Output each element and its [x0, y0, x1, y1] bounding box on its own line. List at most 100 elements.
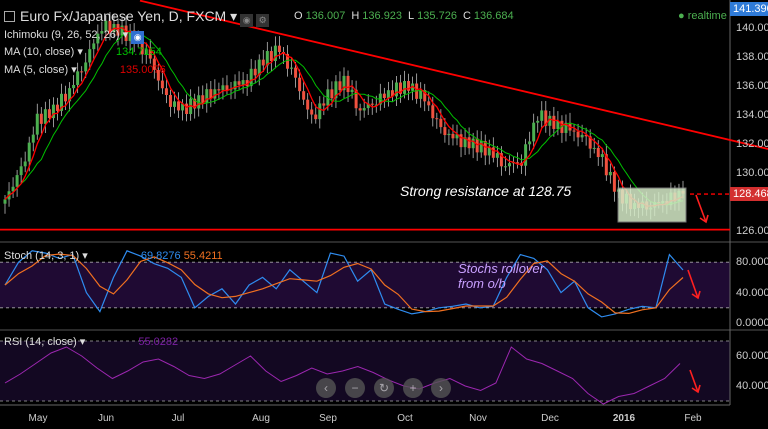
consolidation-box: [617, 187, 687, 223]
candle-body: [269, 51, 273, 62]
candle-body: [540, 110, 544, 121]
candle-body: [346, 75, 350, 93]
candle-body: [249, 68, 253, 87]
candle-body: [439, 118, 443, 128]
candle-body: [386, 90, 390, 99]
candle-body: [608, 171, 612, 176]
scroll-left-button[interactable]: ‹: [316, 378, 336, 398]
reset-button[interactable]: ↻: [374, 378, 394, 398]
eye-icon[interactable]: ◉: [240, 14, 254, 27]
stoch-tick: 80.0000: [736, 256, 768, 268]
candle-body: [213, 89, 217, 99]
indicator-stoch[interactable]: Stoch (14, 3, 1) ▾ 69.8276 55.4211: [4, 249, 223, 262]
time-label: 2016: [612, 413, 636, 424]
candle-body: [168, 94, 172, 107]
candle-body: [572, 130, 576, 132]
time-label: Nov: [469, 413, 487, 424]
price-tick: 130.000: [736, 167, 768, 179]
resistance-annotation: Strong resistance at 128.75: [400, 183, 572, 199]
candle-body: [596, 147, 600, 158]
collapse-icon[interactable]: [4, 11, 15, 22]
time-label: May: [28, 413, 48, 424]
time-label: Feb: [684, 413, 702, 424]
candle-body: [467, 137, 471, 149]
candle-body: [225, 85, 229, 90]
status-dot-icon: ●: [678, 10, 685, 22]
time-label: Dec: [541, 413, 559, 424]
candle-body: [23, 161, 27, 167]
last-price-tag: 128.468: [730, 187, 768, 201]
candle-body: [322, 103, 326, 106]
time-label: Jul: [171, 413, 185, 424]
candle-body: [298, 77, 302, 92]
indicator-rsi[interactable]: RSI (14, close) ▾ 55.0282: [4, 335, 178, 348]
time-label: Jun: [97, 413, 115, 424]
price-tick: 136.000: [736, 80, 768, 92]
candle-body: [302, 91, 306, 100]
candle-body: [479, 141, 483, 153]
candle-body: [43, 109, 47, 124]
candle-body: [160, 80, 164, 89]
candle-body: [503, 166, 507, 168]
candle-body: [382, 93, 386, 99]
rsi-tick: 40.0000: [736, 380, 768, 392]
candle-body: [576, 131, 580, 138]
candle-body: [217, 89, 221, 91]
stoch-band: [0, 262, 730, 308]
candle-body: [600, 154, 604, 158]
candle-body: [528, 141, 532, 145]
candle-body: [435, 118, 439, 120]
candle-body: [221, 85, 225, 91]
candle-body: [64, 93, 68, 102]
candle-body: [35, 113, 39, 135]
candle-body: [261, 59, 265, 66]
candle-body: [419, 90, 423, 99]
indicator-ma10[interactable]: MA (10, close) ▾ 134.7154: [4, 45, 162, 58]
candle-body: [27, 142, 31, 162]
candle-body: [314, 114, 318, 120]
zoom-out-button[interactable]: −: [345, 378, 365, 398]
candle-body: [524, 144, 528, 166]
symbol-title[interactable]: Euro Fx/Japanese Yen, D, FXCM ▾ ◉ ⚙: [4, 8, 270, 27]
stoch-tick: 40.0000: [736, 287, 768, 299]
zoom-in-button[interactable]: +: [403, 378, 423, 398]
ohlc-readout: O 136.007 H 136.923 L 135.726 C 136.684: [294, 10, 514, 22]
high-price-tag: 141.390: [730, 2, 768, 16]
chevron-down-icon[interactable]: ▾: [230, 8, 237, 24]
candle-body: [330, 89, 334, 99]
price-tick: 134.000: [736, 109, 768, 121]
gear-icon[interactable]: ⚙: [256, 14, 270, 27]
realtime-status: ● realtime: [678, 10, 727, 22]
indicator-ma5[interactable]: MA (5, close) ▾ 135.0076: [4, 63, 166, 76]
scroll-right-button[interactable]: ›: [431, 378, 451, 398]
candle-body: [47, 109, 51, 119]
rsi-tick: 60.0000: [736, 350, 768, 362]
candle-body: [443, 127, 447, 136]
price-tick: 132.000: [736, 138, 768, 150]
candle-body: [185, 103, 189, 115]
candle-body: [350, 89, 354, 93]
candle-body: [552, 115, 556, 129]
candle-body: [294, 67, 298, 78]
price-tick: 126.000: [736, 225, 768, 237]
candle-body: [241, 80, 245, 85]
indicator-ichimoku[interactable]: Ichimoku (9, 26, 52, 26) ▾ ◉: [4, 28, 145, 44]
candle-body: [612, 171, 616, 192]
candle-body: [427, 101, 431, 106]
rsi-band: [0, 341, 730, 401]
price-tick: 138.000: [736, 51, 768, 63]
candle-body: [536, 120, 540, 123]
stoch-annotation: Stochs rollover from o/b: [458, 261, 544, 291]
candle-body: [338, 81, 342, 91]
candle-body: [431, 105, 435, 119]
stoch-tick: 0.0000: [736, 317, 768, 329]
candle-body: [592, 147, 596, 149]
candle-body: [3, 199, 7, 204]
candle-body: [173, 101, 176, 107]
candle-body: [580, 134, 584, 138]
candle-body: [310, 109, 314, 115]
time-label: Oct: [397, 413, 413, 424]
candle-body: [507, 163, 511, 167]
candle-body: [306, 99, 310, 110]
candle-body: [532, 122, 536, 142]
